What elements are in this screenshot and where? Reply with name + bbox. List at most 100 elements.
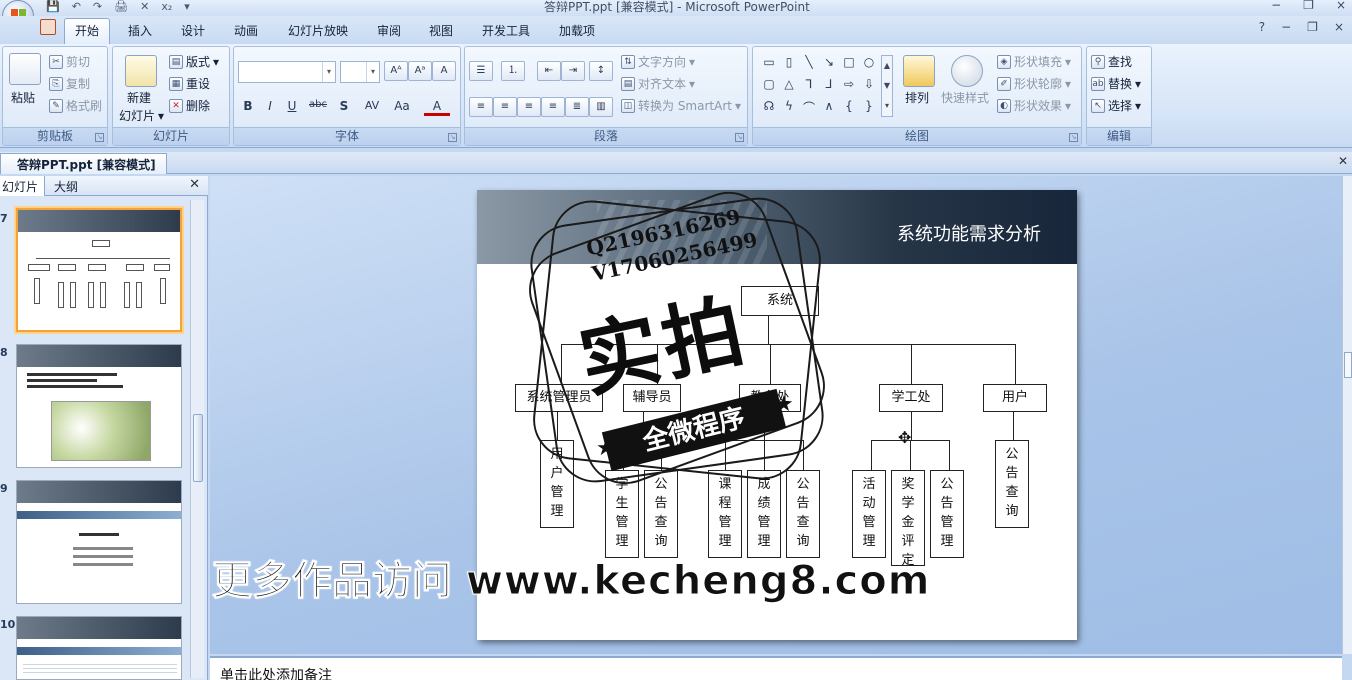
- tab-addins[interactable]: 加载项: [559, 22, 595, 39]
- replace-button[interactable]: ab 替换 ▾: [1091, 75, 1141, 92]
- node-level2[interactable]: 活动管理: [852, 470, 886, 558]
- line-shape-icon[interactable]: ╲: [799, 55, 819, 77]
- rectangle-shape-icon[interactable]: □: [839, 55, 859, 77]
- node-level2[interactable]: 学生管理: [605, 470, 639, 558]
- pane-scrollbar[interactable]: [190, 200, 204, 678]
- arrange-icon[interactable]: [903, 55, 935, 87]
- print-preview-icon[interactable]: 🖨: [114, 0, 128, 13]
- document-tab[interactable]: 答辩PPT.ppt [兼容模式]: [0, 153, 167, 174]
- right-arrow-shape-icon[interactable]: ⇨: [839, 77, 859, 99]
- down-arrow-shape-icon[interactable]: ⇩: [859, 77, 879, 99]
- tab-view[interactable]: 视图: [429, 22, 453, 39]
- arc-shape-icon[interactable]: ∧: [819, 99, 839, 121]
- tab-insert[interactable]: 插入: [128, 22, 152, 39]
- paste-button[interactable]: 粘贴: [11, 89, 35, 106]
- increase-indent-button[interactable]: ⇥: [561, 61, 585, 81]
- subscript-icon[interactable]: x₂: [161, 0, 172, 13]
- align-right-button[interactable]: ≡: [517, 97, 541, 117]
- tab-animations[interactable]: 动画: [234, 22, 258, 39]
- doc-restore-icon[interactable]: ❐: [1307, 20, 1318, 34]
- close-icon[interactable]: ×: [1336, 0, 1346, 12]
- format-painter-button[interactable]: ✎ 格式刷: [49, 97, 102, 114]
- elbow-connector-icon[interactable]: ⅂: [799, 77, 819, 99]
- customize-qat-icon[interactable]: ▾: [184, 0, 190, 13]
- tab-developer[interactable]: 开发工具: [482, 22, 530, 39]
- columns-button[interactable]: ▥: [589, 97, 613, 117]
- canvas-scroll-thumb[interactable]: [1344, 352, 1352, 378]
- doc-minimize-icon[interactable]: −: [1281, 20, 1291, 34]
- arrange-button[interactable]: 排列: [905, 89, 929, 106]
- node-level1[interactable]: 辅导员: [623, 384, 681, 412]
- tab-design[interactable]: 设计: [181, 22, 205, 39]
- tab-slides[interactable]: 幻灯片: [0, 176, 46, 196]
- find-button[interactable]: ⚲ 查找: [1091, 53, 1132, 70]
- lightning-shape-icon[interactable]: ϟ: [779, 99, 799, 121]
- undo-icon[interactable]: ↶: [72, 0, 81, 13]
- numbering-button[interactable]: ⒈: [501, 61, 525, 81]
- notes-pane[interactable]: 单击此处添加备注: [210, 656, 1342, 680]
- font-color-button[interactable]: A: [424, 99, 450, 116]
- shape-outline-button[interactable]: ✐ 形状轮廓 ▾: [997, 75, 1071, 92]
- save-icon[interactable]: 💾: [46, 0, 60, 13]
- freeform-shape-icon[interactable]: ☊: [759, 99, 779, 121]
- node-level2[interactable]: 用户管理: [540, 440, 574, 528]
- node-level1[interactable]: 用户: [983, 384, 1047, 412]
- right-brace-icon[interactable]: }: [859, 99, 879, 121]
- node-level1[interactable]: 学工处: [879, 384, 943, 412]
- align-center-button[interactable]: ≡: [493, 97, 517, 117]
- bullets-button[interactable]: ☰: [469, 61, 493, 81]
- font-launcher-icon[interactable]: ↘: [448, 133, 457, 142]
- bold-button[interactable]: B: [238, 99, 258, 113]
- elbow-arrow-icon[interactable]: ⅃: [819, 77, 839, 99]
- slide-thumbnail-7[interactable]: [16, 208, 182, 332]
- grow-font-button[interactable]: Aᴬ: [384, 61, 408, 81]
- copy-button[interactable]: ⎘ 复制: [49, 75, 90, 92]
- paste-icon[interactable]: [9, 53, 41, 85]
- tab-slideshow[interactable]: 幻灯片放映: [288, 22, 348, 39]
- cut-button[interactable]: ✂ 剪切: [49, 53, 90, 70]
- node-level2[interactable]: 公告查询: [786, 470, 820, 558]
- line-spacing-button[interactable]: ↕: [589, 61, 613, 81]
- oval-shape-icon[interactable]: ○: [859, 55, 879, 77]
- left-brace-icon[interactable]: {: [839, 99, 859, 121]
- textbox-shape-icon[interactable]: ▭: [759, 55, 779, 77]
- shape-fill-button[interactable]: ◈ 形状填充 ▾: [997, 53, 1071, 70]
- node-level1[interactable]: 教务处: [739, 384, 801, 412]
- distribute-button[interactable]: ≣: [565, 97, 589, 117]
- node-level2[interactable]: 公告管理: [930, 470, 964, 558]
- decrease-indent-button[interactable]: ⇤: [537, 61, 561, 81]
- select-button[interactable]: ↖ 选择 ▾: [1091, 97, 1141, 114]
- tab-outline[interactable]: 大纲: [54, 178, 78, 195]
- canvas-scrollbar[interactable]: [1342, 176, 1352, 654]
- triangle-shape-icon[interactable]: △: [779, 77, 799, 99]
- notes-placeholder[interactable]: 单击此处添加备注: [220, 665, 332, 680]
- new-slide-label-1[interactable]: 新建: [127, 89, 151, 106]
- reset-button[interactable]: ▦ 重设: [169, 75, 210, 92]
- arrow-line-shape-icon[interactable]: ↘: [819, 55, 839, 77]
- close-doc-icon[interactable]: ✕: [140, 0, 149, 13]
- slide-thumbnail-10[interactable]: [16, 616, 182, 680]
- slide-thumbnail-9[interactable]: [16, 480, 182, 604]
- pane-scroll-thumb[interactable]: [193, 414, 203, 482]
- italic-button[interactable]: I: [260, 99, 280, 113]
- restore-icon[interactable]: ❐: [1303, 0, 1314, 12]
- quick-styles-icon[interactable]: [951, 55, 983, 87]
- pane-close-icon[interactable]: ✕: [189, 177, 200, 192]
- text-direction-button[interactable]: ⇅ 文字方向 ▾: [621, 53, 695, 70]
- strikethrough-button[interactable]: abc: [308, 99, 328, 110]
- node-level2[interactable]: 公告查询: [995, 440, 1029, 528]
- node-level1[interactable]: 系统管理员: [515, 384, 603, 412]
- redo-icon[interactable]: ↷: [93, 0, 102, 13]
- doc-close-icon[interactable]: ×: [1334, 20, 1344, 34]
- paragraph-launcher-icon[interactable]: ↘: [735, 133, 744, 142]
- layout-button[interactable]: ▤ 版式 ▾: [169, 53, 219, 70]
- smartart-button[interactable]: ◫ 转换为 SmartArt ▾: [621, 97, 741, 114]
- font-size-select[interactable]: ▾: [340, 61, 380, 83]
- node-level2[interactable]: 成绩管理: [747, 470, 781, 558]
- node-level2[interactable]: 课程管理: [708, 470, 742, 558]
- align-text-button[interactable]: ▤ 对齐文本 ▾: [621, 75, 695, 92]
- tab-home[interactable]: 开始: [64, 18, 111, 45]
- shapes-gallery-scroll[interactable]: ▲ ▼ ▾: [881, 55, 893, 117]
- clipboard-launcher-icon[interactable]: ↘: [95, 133, 104, 142]
- document-close-icon[interactable]: ✕: [1338, 154, 1348, 168]
